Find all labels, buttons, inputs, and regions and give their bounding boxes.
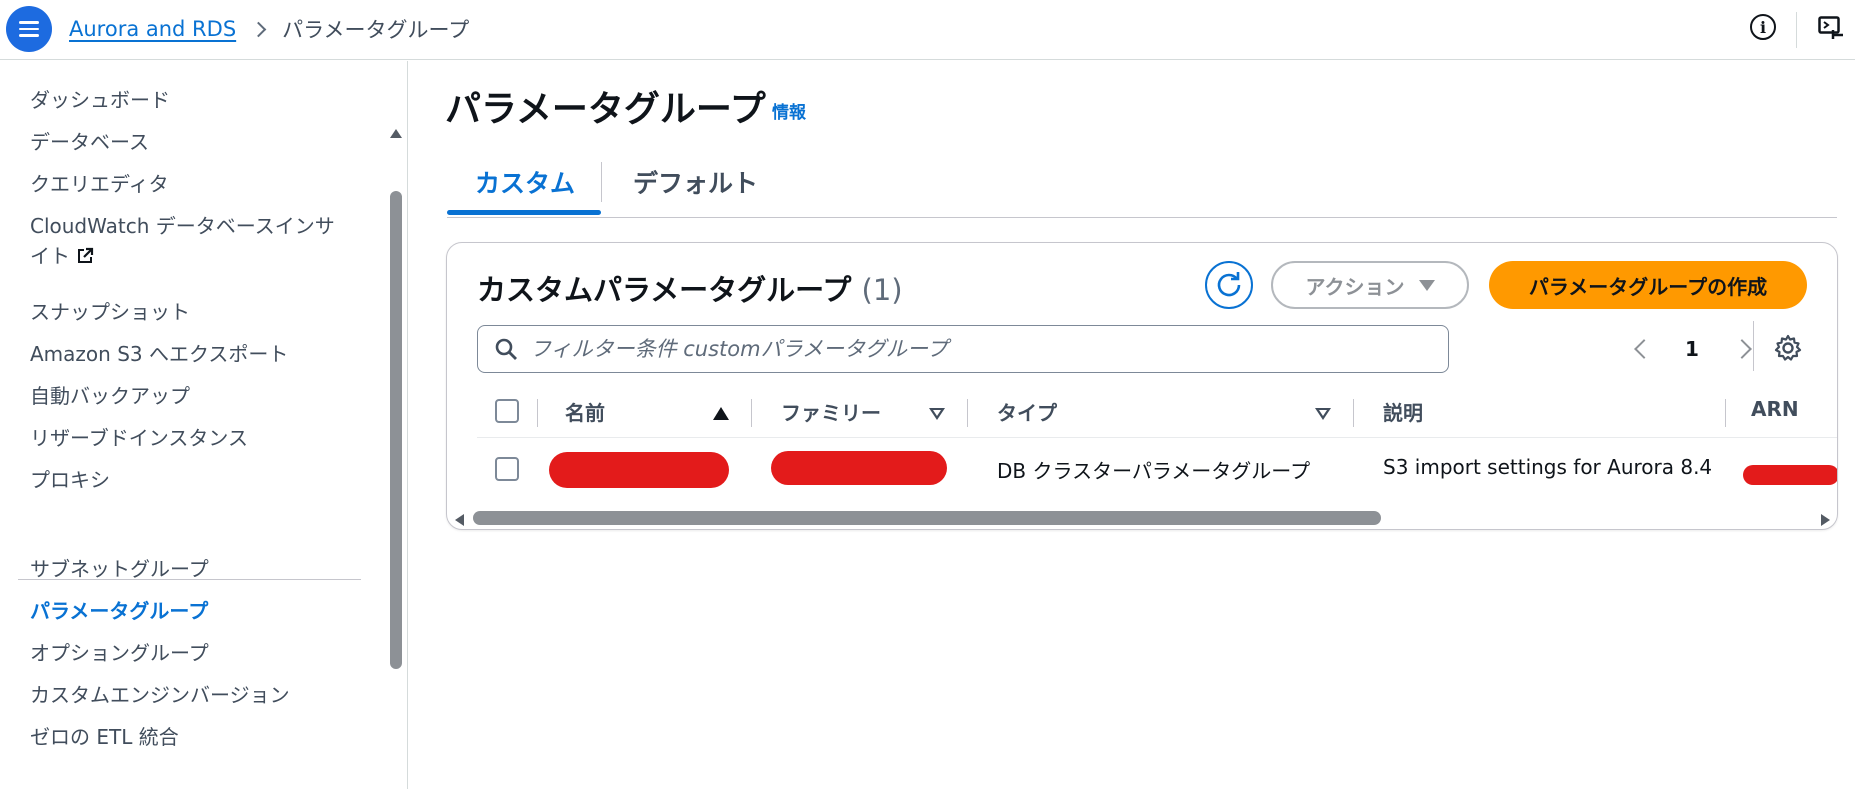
sidebar-item-label: CloudWatch データベースインサ (30, 214, 335, 238)
filter-input[interactable] (530, 337, 1430, 361)
breadcrumb: Aurora and RDS パラメータグループ (69, 14, 469, 44)
horizontal-scroll-right-arrow[interactable] (1821, 514, 1830, 526)
sidebar-item-reserved-instances[interactable]: リザーブドインスタンス (30, 423, 248, 453)
sidebar-item-proxies[interactable]: プロキシ (30, 465, 110, 495)
pagination: 1 (1627, 325, 1752, 373)
breadcrumb-aurora-rds-link[interactable]: Aurora and RDS (69, 17, 236, 41)
breadcrumb-current: パラメータグループ (282, 18, 470, 42)
table-header-divider (477, 437, 1837, 438)
row-select-checkbox[interactable] (495, 457, 519, 481)
chevron-right-icon[interactable] (1732, 339, 1752, 359)
select-all-checkbox[interactable] (495, 399, 519, 423)
gear-icon[interactable] (1773, 333, 1803, 363)
info-icon[interactable]: i (1750, 14, 1776, 40)
caret-down-icon (1418, 279, 1435, 291)
sidebar-item-cloudwatch-insights[interactable]: CloudWatch データベースインサ イト (30, 211, 335, 271)
tab-separator (601, 162, 602, 202)
sidebar-item-automated-backups[interactable]: 自動バックアップ (30, 381, 190, 411)
current-page-number[interactable]: 1 (1685, 337, 1699, 361)
page-title: パラメータグループ (445, 89, 766, 130)
column-header-family[interactable]: ファミリー (781, 397, 881, 426)
column-separator (537, 399, 538, 427)
row-description: S3 import settings for Aurora 8.4 (1383, 455, 1713, 479)
table-title-text: カスタムパラメータグループ (477, 273, 852, 307)
tab-custom[interactable]: カスタム (475, 164, 575, 200)
top-navigation-bar: Aurora and RDS パラメータグループ i (0, 0, 1855, 60)
active-tab-indicator (447, 210, 601, 215)
info-link[interactable]: 情報 (772, 98, 806, 123)
sort-icon[interactable] (1315, 408, 1331, 420)
hamburger-icon (19, 21, 39, 37)
sidebar-navigation: ダッシュボード データベース クエリエディタ CloudWatch データベース… (0, 61, 408, 789)
actions-dropdown-button[interactable]: アクション (1271, 261, 1469, 309)
redacted-arn (1743, 465, 1837, 485)
chevron-right-icon (250, 20, 268, 38)
sort-icon[interactable] (929, 408, 945, 420)
create-parameter-group-button[interactable]: パラメータグループの作成 (1489, 261, 1807, 309)
filter-search-box (477, 325, 1449, 373)
sidebar-scrollbar[interactable] (390, 191, 402, 669)
column-separator (1353, 399, 1354, 427)
horizontal-scroll-left-arrow[interactable] (455, 514, 464, 526)
actions-label: アクション (1305, 274, 1405, 299)
horizontal-scrollbar[interactable] (473, 511, 1381, 525)
redacted-family (771, 451, 947, 485)
menu-button[interactable] (6, 6, 52, 52)
column-separator (1725, 399, 1726, 427)
sidebar-item-option-groups[interactable]: オプショングループ (30, 638, 209, 668)
column-header-description[interactable]: 説明 (1383, 397, 1423, 426)
refresh-button[interactable] (1205, 261, 1253, 309)
sidebar-scroll-up-arrow[interactable] (390, 129, 402, 138)
sidebar-item-databases[interactable]: データベース (30, 127, 149, 157)
pagination-separator (1753, 321, 1754, 371)
chevron-left-icon[interactable] (1634, 339, 1654, 359)
sort-ascending-icon[interactable] (713, 407, 729, 420)
sidebar-item-custom-engine-versions[interactable]: カスタムエンジンバージョン (30, 680, 290, 710)
column-header-name[interactable]: 名前 (565, 397, 605, 426)
table-title: カスタムパラメータグループ (1) (477, 267, 903, 309)
column-header-type[interactable]: タイプ (997, 397, 1057, 426)
sidebar-item-query-editor[interactable]: クエリエディタ (30, 169, 169, 199)
refresh-icon (1217, 272, 1241, 297)
sidebar-item-parameter-groups[interactable]: パラメータグループ (30, 596, 208, 626)
search-icon (495, 338, 517, 360)
sidebar-item-label-line2: イト (30, 244, 70, 268)
column-separator (967, 399, 968, 427)
tab-list: カスタム デフォルト (447, 160, 1837, 218)
table-item-count: (1) (861, 273, 903, 307)
column-header-arn[interactable]: ARN (1751, 397, 1799, 421)
sidebar-item-subnet-groups[interactable]: サブネットグループ (30, 554, 209, 584)
column-separator (751, 399, 752, 427)
tab-default[interactable]: デフォルト (633, 164, 758, 200)
sidebar-item-snapshots[interactable]: スナップショット (30, 297, 190, 327)
row-type: DB クラスターパラメータグループ (997, 459, 1311, 483)
sidebar-item-export-s3[interactable]: Amazon S3 へエクスポート (30, 339, 288, 369)
parameter-groups-table-container: カスタムパラメータグループ (1) アクション パラメータグループの作成 1 名… (446, 242, 1838, 530)
cloudshell-icon[interactable] (1818, 16, 1844, 40)
topbar-divider (1796, 12, 1797, 48)
sidebar-item-label: イト (30, 241, 335, 271)
sidebar-item-dashboard[interactable]: ダッシュボード (30, 85, 170, 115)
sidebar-item-zero-etl[interactable]: ゼロの ETL 統合 (30, 722, 179, 752)
external-link-icon (78, 247, 94, 263)
redacted-name (549, 452, 729, 488)
